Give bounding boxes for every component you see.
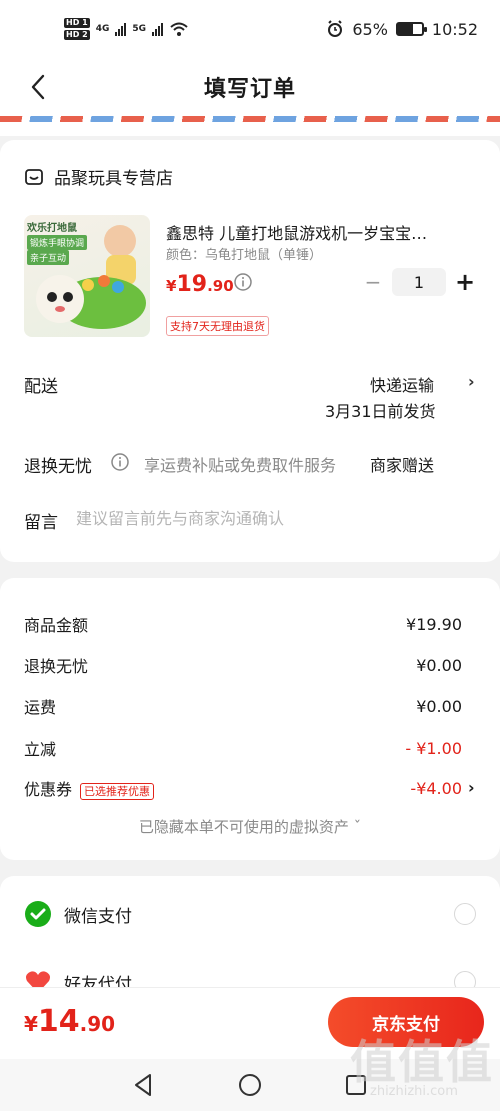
- product-price: ¥19.90: [166, 272, 234, 297]
- nav-back-icon[interactable]: [130, 1071, 158, 1099]
- network-type-2: 5G: [132, 24, 146, 34]
- store-name: 品聚玩具专营店: [54, 169, 173, 189]
- signal-strength-icon-2: [152, 22, 163, 36]
- quantity-value[interactable]: 1: [392, 268, 446, 296]
- product-spec[interactable]: 颜色：乌龟打地鼠（单锤）: [166, 244, 322, 263]
- price-currency: ¥: [166, 277, 177, 295]
- summary-label: 立减: [24, 740, 57, 759]
- delivery-date: 3月31日前发货: [325, 402, 436, 421]
- signal-indicators: HD 1 HD 2 4G 5G: [64, 18, 189, 40]
- summary-value: -¥4.00: [410, 778, 462, 798]
- network-type-1: 4G: [95, 24, 110, 34]
- status-right: 65% 10:52: [326, 20, 478, 39]
- back-arrow-icon[interactable]: [26, 72, 52, 102]
- wechat-pay-icon: [25, 901, 51, 927]
- total-decimal: .90: [79, 1012, 116, 1036]
- signal-strength-icon: [115, 22, 127, 36]
- clock: 10:52: [431, 19, 478, 39]
- payment-methods-card: 微信支付 好友代付: [0, 876, 500, 996]
- summary-value: ¥19.90: [406, 614, 462, 634]
- chevron-right-icon[interactable]: ›: [468, 372, 475, 391]
- hd-badges: HD 1 HD 2: [64, 18, 90, 40]
- order-total: ¥14.90: [24, 1004, 115, 1039]
- chevron-right-icon[interactable]: ›: [468, 778, 475, 797]
- toy-turtle-illustration: [36, 225, 146, 329]
- delivery-method[interactable]: 快递运输: [370, 372, 434, 396]
- nav-recents-icon[interactable]: [342, 1071, 370, 1099]
- nav-home-icon[interactable]: [236, 1071, 264, 1099]
- header: 填写订单: [0, 58, 500, 116]
- order-card: 品聚玩具专营店 欢乐打地鼠 锻炼手眼协调 亲子互动 鑫思特 儿童打地鼠游戏机一岁…: [0, 140, 500, 562]
- return-policy-badge: 支持7天无理由退货: [166, 316, 269, 336]
- payment-radio[interactable]: [454, 903, 476, 925]
- page-title: 填写订单: [203, 77, 296, 102]
- status-bar: HD 1 HD 2 4G 5G 65% 10:52: [0, 0, 500, 58]
- summary-label: 优惠券: [24, 780, 73, 799]
- summary-value: ¥0.00: [416, 696, 462, 716]
- price-decimal: .90: [207, 277, 234, 295]
- price-summary-card: 商品金额 ¥19.90 退换无忧 ¥0.00 运费 ¥0.00 立减 - ¥1.…: [0, 578, 500, 860]
- delivery-label: 配送: [24, 377, 58, 397]
- summary-row-coupon[interactable]: 优惠券 已选推荐优惠 -¥4.00: [24, 776, 462, 800]
- summary-row-goods: 商品金额 ¥19.90: [24, 612, 462, 636]
- return-service-gift: 商家赠送: [370, 456, 435, 475]
- coupon-badge: 已选推荐优惠: [80, 783, 155, 800]
- jd-pay-button[interactable]: 京东支付: [328, 997, 484, 1047]
- product-title[interactable]: 鑫思特 儿童打地鼠游戏机一岁宝宝…: [166, 220, 466, 244]
- store-row[interactable]: 品聚玩具专营店: [24, 164, 173, 189]
- summary-label: 商品金额: [24, 616, 89, 635]
- price-info-icon[interactable]: [233, 272, 253, 292]
- return-info-icon[interactable]: [110, 452, 130, 472]
- alarm-icon: [328, 20, 343, 37]
- quantity-increase-button[interactable]: +: [454, 268, 476, 296]
- quantity-decrease-button[interactable]: −: [364, 268, 382, 296]
- return-service-desc: 享运费补贴或免费取件服务: [144, 456, 337, 475]
- battery-fill: [397, 24, 414, 34]
- total-integer: 14: [37, 1004, 80, 1039]
- system-nav-bar: [0, 1059, 500, 1111]
- wifi-icon: [170, 22, 188, 36]
- total-currency: ¥: [24, 1012, 38, 1036]
- airmail-stripe: [0, 116, 500, 122]
- summary-label-wrap: 优惠券 已选推荐优惠: [24, 776, 155, 800]
- hd2-badge: HD 2: [64, 30, 90, 40]
- price-integer: 19: [176, 272, 208, 297]
- hd1-badge: HD 1: [64, 18, 90, 28]
- payment-method-wechat[interactable]: 微信支付: [24, 900, 476, 928]
- battery-icon: [395, 22, 427, 36]
- payment-label: 微信支付: [64, 906, 132, 927]
- summary-label: 退换无忧: [24, 657, 89, 676]
- summary-value: - ¥1.00: [405, 738, 462, 758]
- summary-row-shipping: 运费 ¥0.00: [24, 694, 462, 718]
- message-input[interactable]: [76, 506, 476, 530]
- summary-value: ¥0.00: [416, 655, 462, 675]
- checkout-bar: ¥14.90 京东支付: [0, 987, 500, 1059]
- summary-row-return: 退换无忧 ¥0.00: [24, 653, 462, 677]
- summary-label: 运费: [24, 698, 57, 717]
- product-image[interactable]: 欢乐打地鼠 锻炼手眼协调 亲子互动: [24, 215, 150, 337]
- store-icon: [25, 168, 43, 185]
- hidden-assets-toggle[interactable]: 已隐藏本单不可使用的虚拟资产 ˇ: [0, 816, 500, 837]
- battery-percent: 65%: [352, 19, 388, 39]
- message-label: 留言: [24, 513, 58, 533]
- summary-row-discount: 立减 - ¥1.00: [24, 736, 462, 760]
- return-service-label: 退换无忧: [24, 457, 92, 477]
